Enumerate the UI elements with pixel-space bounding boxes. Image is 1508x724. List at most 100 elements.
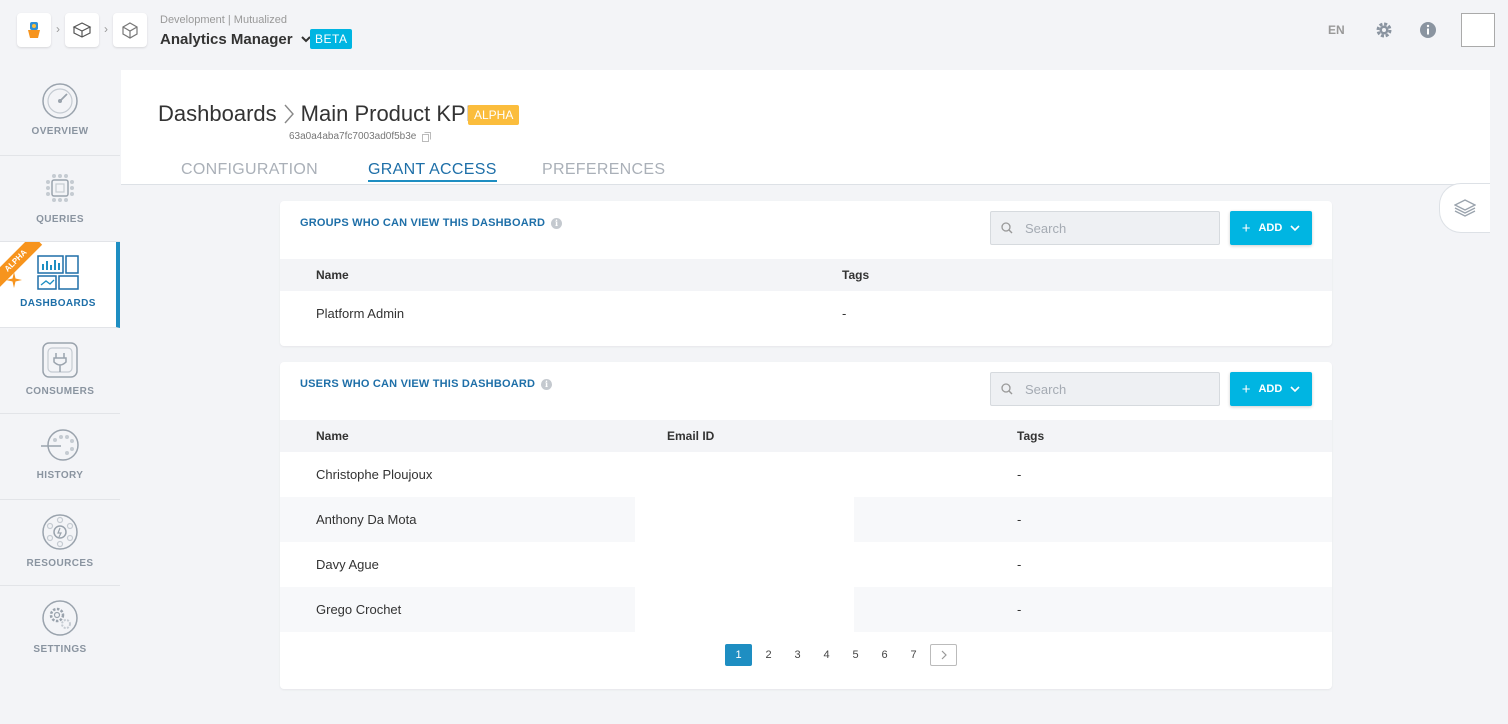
sidebar-item-label: SETTINGS	[33, 644, 87, 655]
search-icon	[1001, 383, 1013, 395]
sidebar-item-label: HISTORY	[36, 470, 84, 481]
resources-icon	[42, 514, 78, 550]
home-logo-button[interactable]	[17, 13, 51, 47]
users-title-text: USERS WHO CAN VIEW THIS DASHBOARD	[300, 378, 536, 390]
page-button-4[interactable]: 4	[812, 644, 841, 666]
info-icon[interactable]: i	[551, 217, 563, 229]
tab-configuration[interactable]: CONFIGURATION	[181, 161, 318, 179]
sidebar-item-label: CONSUMERS	[25, 386, 95, 397]
sidebar-item-dashboards[interactable]: ALPHA DASHBOARDS	[0, 242, 120, 328]
column-header-tags[interactable]: Tags	[842, 268, 869, 282]
column-header-tags[interactable]: Tags	[1017, 429, 1044, 443]
groups-card: GROUPS WHO CAN VIEW THIS DASHBOARD i + A…	[280, 201, 1332, 346]
page-button-3[interactable]: 3	[783, 644, 812, 666]
user-name-cell: Anthony Da Mota	[316, 512, 417, 527]
sidebar-item-label: DASHBOARDS	[20, 298, 96, 309]
page-button-1[interactable]: 1	[725, 644, 752, 666]
column-header-name[interactable]: Name	[316, 429, 349, 443]
sidebar-item-label: RESOURCES	[26, 558, 94, 569]
box-icon	[122, 22, 138, 39]
users-search-input[interactable]	[1025, 381, 1195, 397]
breadcrumb-dashboards[interactable]: Dashboards	[158, 101, 277, 127]
groups-title-text: GROUPS WHO CAN VIEW THIS DASHBOARD	[300, 217, 546, 229]
sidebar-item-overview[interactable]: OVERVIEW	[0, 70, 120, 156]
users-add-button[interactable]: + ADD	[1230, 372, 1312, 406]
chevron-right-icon: ›	[104, 22, 108, 36]
table-row[interactable]: Christophe Ploujoux -	[280, 452, 1332, 497]
page-button-7[interactable]: 7	[899, 644, 928, 666]
tab-preferences[interactable]: PREFERENCES	[542, 161, 665, 179]
sidebar-item-label: OVERVIEW	[31, 126, 89, 137]
sidebar-item-history[interactable]: HISTORY	[0, 414, 120, 500]
page-button-6[interactable]: 6	[870, 644, 899, 666]
user-tags-cell: -	[1017, 512, 1022, 527]
users-card-title: USERS WHO CAN VIEW THIS DASHBOARD i	[300, 378, 553, 390]
alpha-badge: ALPHA	[468, 105, 520, 125]
timeline-icon	[41, 429, 79, 461]
next-page-button[interactable]	[930, 644, 957, 666]
info-icon[interactable]	[1418, 20, 1438, 40]
gear-icon[interactable]	[1374, 20, 1394, 40]
table-row[interactable]: Anthony Da Mota -	[280, 497, 1332, 542]
search-icon	[1001, 222, 1013, 234]
plus-icon: +	[1241, 380, 1251, 398]
sidebar: OVERVIEW QUERIES ALPHA DASHBOARDS CONSUM…	[0, 70, 120, 672]
user-tags-cell: -	[1017, 557, 1022, 572]
table-row[interactable]: Grego Crochet -	[280, 587, 1332, 632]
sidebar-item-resources[interactable]: RESOURCES	[0, 500, 120, 586]
add-button-label: ADD	[1258, 222, 1283, 234]
groups-card-title: GROUPS WHO CAN VIEW THIS DASHBOARD i	[300, 217, 563, 229]
sidebar-item-queries[interactable]: QUERIES	[0, 156, 120, 242]
dashboard-id: 63a0a4aba7fc7003ad0f5b3e	[289, 131, 432, 142]
users-search[interactable]	[990, 372, 1220, 406]
language-switch[interactable]: EN	[1328, 23, 1345, 37]
chip-icon	[46, 174, 74, 202]
sidebar-item-label: QUERIES	[36, 214, 84, 225]
organization-button[interactable]	[65, 13, 99, 47]
cubes-icon	[72, 22, 92, 38]
user-tags-cell: -	[1017, 602, 1022, 617]
plus-icon: +	[1241, 219, 1251, 237]
groups-search[interactable]	[990, 211, 1220, 245]
breadcrumb: Dashboards Main Product KPIs	[158, 101, 483, 127]
dashboard-id-text: 63a0a4aba7fc7003ad0f5b3e	[289, 131, 417, 142]
row-stripe	[854, 587, 1332, 632]
user-name-cell: Christophe Ploujoux	[316, 467, 433, 482]
info-icon[interactable]: i	[541, 378, 553, 390]
sidebar-item-settings[interactable]: SETTINGS	[0, 586, 120, 672]
tab-grant-access[interactable]: GRANT ACCESS	[368, 161, 497, 182]
add-button-label: ADD	[1258, 383, 1283, 395]
user-name-cell: Grego Crochet	[316, 602, 402, 617]
plug-icon	[42, 342, 78, 378]
app-title: Analytics Manager	[160, 31, 293, 48]
page-title: Main Product KPIs	[300, 101, 483, 126]
table-row[interactable]: Davy Ague -	[280, 542, 1332, 587]
gauge-icon	[42, 83, 78, 119]
groups-table-header: Name Tags	[280, 259, 1332, 291]
sparkle-icon	[6, 272, 22, 288]
users-card: USERS WHO CAN VIEW THIS DASHBOARD i + AD…	[280, 362, 1332, 689]
column-header-email[interactable]: Email ID	[667, 429, 714, 443]
beta-badge: BETA	[310, 29, 353, 49]
groups-add-button[interactable]: + ADD	[1230, 211, 1312, 245]
sidebar-item-consumers[interactable]: CONSUMERS	[0, 328, 120, 414]
copy-icon[interactable]	[422, 131, 432, 142]
user-name-cell: Davy Ague	[316, 557, 379, 572]
table-row[interactable]: Platform Admin -	[280, 291, 1332, 336]
chevron-down-icon	[1290, 385, 1300, 392]
page-header: Dashboards Main Product KPIs ALPHA 63a0a…	[121, 70, 1490, 185]
layers-panel-toggle[interactable]	[1439, 183, 1490, 233]
page-button-2[interactable]: 2	[754, 644, 783, 666]
chevron-right-icon	[941, 650, 947, 660]
logo-icon	[28, 22, 40, 38]
groups-search-input[interactable]	[1025, 220, 1195, 236]
group-name-cell: Platform Admin	[316, 306, 405, 321]
chevron-right-icon	[284, 104, 294, 124]
avatar[interactable]	[1461, 13, 1495, 47]
app-switcher[interactable]: Analytics Manager	[160, 31, 311, 48]
project-button[interactable]	[113, 13, 147, 47]
chevron-right-icon: ›	[56, 22, 60, 36]
dashboard-icon	[37, 255, 79, 290]
column-header-name[interactable]: Name	[316, 268, 349, 282]
page-button-5[interactable]: 5	[841, 644, 870, 666]
